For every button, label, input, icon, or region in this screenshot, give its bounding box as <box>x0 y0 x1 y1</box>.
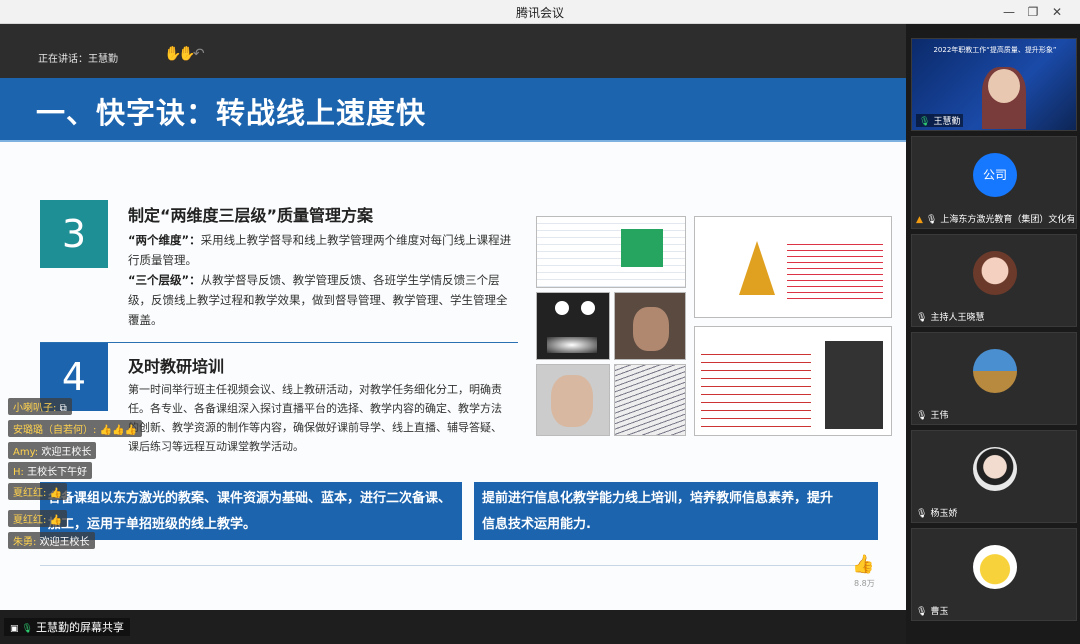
screen-share-area: 正在讲话：王慧勤 ✋✋↶ 一、快字诀：转战线上速度快 3 制定“两维度三层级”质… <box>0 24 906 641</box>
participants-panel: 2022年职教工作“提高质量、提升形象” 🎙 王慧勤 公司 ▲ 🎙 上海东方激光教育（… <box>906 24 1080 644</box>
handwritten-notes-photo <box>614 364 686 436</box>
participant-name: 🎙 王伟 <box>916 411 949 421</box>
company-avatar: 公司 <box>973 153 1017 197</box>
thumbs-up-icon[interactable]: 👍 <box>852 554 874 575</box>
section-4-title: 及时教研培训 <box>128 357 225 376</box>
user-icon: ▲ <box>916 215 923 225</box>
tile-banner-text: 2022年职教工作“提高质量、提升形象” <box>933 46 1057 54</box>
chat-message: 夏红红: 👍 <box>8 510 68 527</box>
lesson-plan-screenshot <box>694 326 892 436</box>
dimension-head: “两个维度”： <box>128 233 201 247</box>
section-4-body: 第一时间举行班主任视频会议、线上教研活动，对教学任务细化分工，明确责任。各专业、… <box>128 383 502 453</box>
banner-left: 各备课组以东方激光的教案、课件资源为基础、蓝本，进行二次备课、加工，运用于单招班… <box>40 482 462 540</box>
participant-tile[interactable]: 🎙 主持人王晓慧 <box>911 234 1077 327</box>
participant-name: 🎙 曹玉 <box>916 607 949 617</box>
restore-button[interactable]: ❐ <box>1022 2 1044 22</box>
screen-share-label: ▣ 🎙 王慧勤的屏幕共享 <box>4 618 130 636</box>
participant-tile[interactable]: 2022年职教工作“提高质量、提升形象” 🎙 王慧勤 <box>911 38 1077 131</box>
video-call-thumb-3 <box>536 364 610 436</box>
exam-outline-screenshot <box>694 216 892 318</box>
mic-muted-icon: 🎙 <box>925 215 938 225</box>
avatar <box>973 447 1017 491</box>
section-number-3: 3 <box>40 200 108 268</box>
spreadsheet-screenshot <box>536 216 686 288</box>
speaking-indicator: 正在讲话：王慧勤 <box>38 54 118 65</box>
video-call-thumb-2 <box>614 292 686 360</box>
window-title: 腾讯会议 <box>515 6 564 20</box>
section-divider <box>40 342 518 343</box>
mic-muted-icon: 🎙 <box>916 607 928 617</box>
participant-tile[interactable]: 🎙 王伟 <box>911 332 1077 425</box>
avatar <box>973 545 1017 589</box>
participant-tile[interactable]: 🎙 曹玉 <box>911 528 1077 621</box>
avatar <box>973 349 1017 393</box>
mic-muted-icon: 🎙 <box>916 313 928 323</box>
participant-name: ▲ 🎙 上海东方激光教育（集团）文化有... <box>916 215 1074 225</box>
avatar <box>973 251 1017 295</box>
chat-message: H: 王校长下午好 <box>8 462 93 479</box>
participant-tile[interactable]: 🎙 杨玉娇 <box>911 430 1077 523</box>
banner-right: 提前进行信息化教学能力线上培训，培养教师信息素养，提升信息技术运用能力. <box>474 482 878 540</box>
section-3-body: “两个维度”：采用线上教学督导和线上教学管理两个维度对每门线上课程进行质量管理。… <box>128 230 512 330</box>
mic-muted-icon: 🎙 <box>916 411 928 421</box>
slide-footer-line <box>40 565 870 566</box>
title-bar: 腾讯会议 — ❐ ✕ <box>0 0 1080 24</box>
participant-name: 🎙 王慧勤 <box>916 114 964 127</box>
presentation-slide: 一、快字诀：转战线上速度快 3 制定“两维度三层级”质量管理方案 “两个维度”：… <box>0 78 906 610</box>
participant-name: 🎙 主持人王晓慧 <box>916 313 985 323</box>
video-call-thumb-1 <box>536 292 610 360</box>
slide-header: 一、快字诀：转战线上速度快 <box>0 78 906 142</box>
screen-icon: ▣ <box>10 624 19 634</box>
chat-message: 夏红红: 👍 <box>8 483 68 500</box>
close-button[interactable]: ✕ <box>1046 2 1068 22</box>
chat-message: Amy: 欢迎王校长 <box>8 442 97 459</box>
mic-muted-icon: 🎙 <box>916 509 928 519</box>
participant-tile[interactable]: 公司 ▲ 🎙 上海东方激光教育（集团）文化有... <box>911 136 1077 229</box>
minimize-button[interactable]: — <box>998 2 1020 22</box>
mic-icon: 🎙 <box>919 117 931 127</box>
mic-icon: 🎙 <box>21 624 33 634</box>
like-count: 8.8万 <box>854 579 875 588</box>
hands-icon: ✋✋↶ <box>164 46 205 62</box>
participant-name: 🎙 杨玉娇 <box>916 509 958 519</box>
share-bottom-bar: ▣ 🎙 王慧勤的屏幕共享 <box>0 610 906 641</box>
chat-message: 小喇叭子: ⧉ <box>8 398 72 415</box>
share-top-bar: 正在讲话：王慧勤 ✋✋↶ <box>0 24 906 78</box>
photo-collage <box>536 216 894 438</box>
level-head: “三个层级”： <box>128 273 201 287</box>
chat-message: 朱勇: 欢迎王校长 <box>8 532 95 549</box>
section-3-title: 制定“两维度三层级”质量管理方案 <box>128 206 374 225</box>
chat-message: 安璐璐（自若何）: 👍👍👍 <box>8 420 142 437</box>
slide-title: 一、快字诀：转战线上速度快 <box>36 96 427 130</box>
